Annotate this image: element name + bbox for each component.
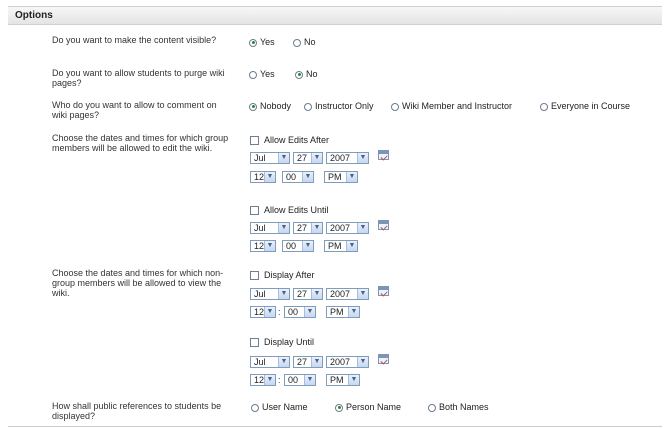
hour-select[interactable]: 12 ▼	[250, 374, 276, 386]
checkbox-allow-edits-after[interactable]: Allow Edits After	[250, 135, 329, 146]
chevron-down-icon[interactable]: ▼	[278, 223, 289, 233]
minute-select[interactable]: 00 ▼	[284, 306, 316, 318]
chevron-down-icon[interactable]: ▼	[348, 307, 359, 317]
year-select[interactable]: 2007 ▼	[326, 152, 369, 164]
chevron-down-icon[interactable]: ▼	[346, 241, 357, 251]
chevron-down-icon[interactable]: ▼	[357, 357, 368, 367]
hour-select[interactable]: 12 ▼	[250, 171, 276, 183]
chevron-down-icon[interactable]: ▼	[302, 172, 313, 182]
question-allow-purge: Do you want to allow students to purge w…	[52, 68, 225, 88]
chevron-down-icon[interactable]: ▼	[311, 289, 322, 299]
calendar-icon[interactable]	[378, 220, 389, 230]
month-select[interactable]: Jul ▼	[250, 222, 290, 234]
calendar-icon[interactable]	[378, 150, 389, 160]
chevron-down-icon[interactable]: ▼	[264, 307, 275, 317]
chevron-down-icon[interactable]: ▼	[278, 357, 289, 367]
chevron-down-icon[interactable]: ▼	[302, 241, 313, 251]
calendar-icon[interactable]	[378, 354, 389, 364]
radio-unselected-icon[interactable]	[251, 403, 259, 412]
chevron-down-icon[interactable]: ▼	[357, 223, 368, 233]
radio-selected-icon[interactable]	[249, 102, 257, 111]
minute-select[interactable]: 00 ▼	[282, 171, 314, 183]
chevron-down-icon[interactable]: ▼	[348, 375, 359, 385]
radio-ref-user-name[interactable]: User Name	[251, 402, 308, 413]
chevron-down-icon[interactable]: ▼	[304, 375, 315, 385]
checkbox-display-after[interactable]: Display After	[250, 270, 315, 281]
question-public-references: How shall public references to students …	[52, 401, 222, 421]
month-select[interactable]: Jul ▼	[250, 288, 290, 300]
chevron-down-icon[interactable]: ▼	[304, 307, 315, 317]
month-select[interactable]: Jul ▼	[250, 356, 290, 368]
radio-purge-no[interactable]: No	[295, 69, 318, 80]
time-separator: :	[278, 375, 281, 385]
radio-unselected-icon[interactable]	[304, 102, 312, 111]
question-edit-dates: Choose the dates and times for which gro…	[52, 133, 229, 153]
radio-unselected-icon[interactable]	[391, 102, 399, 111]
day-select[interactable]: 27 ▼	[293, 152, 323, 164]
question-view-dates: Choose the dates and times for which non…	[52, 268, 224, 298]
radio-comment-instructor-only[interactable]: Instructor Only	[304, 101, 374, 112]
radio-ref-person-name[interactable]: Person Name	[335, 402, 401, 413]
radio-comment-wiki-member-instructor[interactable]: Wiki Member and Instructor	[391, 101, 512, 112]
radio-selected-icon[interactable]	[249, 38, 257, 47]
radio-purge-yes[interactable]: Yes	[249, 69, 275, 80]
radio-unselected-icon[interactable]	[249, 70, 257, 79]
ampm-select[interactable]: PM ▼	[324, 240, 358, 252]
radio-selected-icon[interactable]	[295, 70, 303, 79]
chevron-down-icon[interactable]: ▼	[311, 153, 322, 163]
chevron-down-icon[interactable]: ▼	[264, 172, 275, 182]
calendar-icon[interactable]	[378, 286, 389, 296]
hour-select[interactable]: 12 ▼	[250, 306, 276, 318]
checkbox-icon[interactable]	[250, 136, 259, 145]
time-separator: :	[278, 307, 281, 317]
month-select[interactable]: Jul ▼	[250, 152, 290, 164]
radio-unselected-icon[interactable]	[428, 403, 436, 412]
chevron-down-icon[interactable]: ▼	[278, 289, 289, 299]
checkbox-icon[interactable]	[250, 206, 259, 215]
checkbox-display-until[interactable]: Display Until	[250, 337, 314, 348]
chevron-down-icon[interactable]: ▼	[278, 153, 289, 163]
hour-select[interactable]: 12 ▼	[250, 240, 276, 252]
year-select[interactable]: 2007 ▼	[326, 288, 369, 300]
ampm-select[interactable]: PM ▼	[324, 171, 358, 183]
checkbox-allow-edits-until[interactable]: Allow Edits Until	[250, 205, 329, 216]
question-comment-permission: Who do you want to allow to comment on w…	[52, 100, 217, 120]
radio-unselected-icon[interactable]	[293, 38, 301, 47]
options-title: Options	[15, 10, 53, 21]
day-select[interactable]: 27 ▼	[293, 356, 323, 368]
ampm-select[interactable]: PM ▼	[326, 374, 360, 386]
radio-comment-nobody[interactable]: Nobody	[249, 101, 291, 112]
radio-visible-no[interactable]: No	[293, 37, 316, 48]
day-select[interactable]: 27 ▼	[293, 222, 323, 234]
ampm-select[interactable]: PM ▼	[326, 306, 360, 318]
chevron-down-icon[interactable]: ▼	[311, 223, 322, 233]
radio-comment-everyone[interactable]: Everyone in Course	[540, 101, 630, 112]
radio-visible-yes[interactable]: Yes	[249, 37, 275, 48]
year-select[interactable]: 2007 ▼	[326, 222, 369, 234]
minute-select[interactable]: 00 ▼	[284, 374, 316, 386]
chevron-down-icon[interactable]: ▼	[264, 375, 275, 385]
minute-select[interactable]: 00 ▼	[282, 240, 314, 252]
radio-selected-icon[interactable]	[335, 403, 343, 412]
year-select[interactable]: 2007 ▼	[326, 356, 369, 368]
checkbox-icon[interactable]	[250, 271, 259, 280]
bottom-divider	[8, 426, 662, 427]
checkbox-icon[interactable]	[250, 338, 259, 347]
chevron-down-icon[interactable]: ▼	[264, 241, 275, 251]
chevron-down-icon[interactable]: ▼	[311, 357, 322, 367]
question-content-visible: Do you want to make the content visible?	[52, 35, 217, 45]
radio-ref-both-names[interactable]: Both Names	[428, 402, 489, 413]
chevron-down-icon[interactable]: ▼	[357, 153, 368, 163]
options-header: Options	[8, 6, 662, 25]
chevron-down-icon[interactable]: ▼	[346, 172, 357, 182]
chevron-down-icon[interactable]: ▼	[357, 289, 368, 299]
radio-unselected-icon[interactable]	[540, 102, 548, 111]
day-select[interactable]: 27 ▼	[293, 288, 323, 300]
